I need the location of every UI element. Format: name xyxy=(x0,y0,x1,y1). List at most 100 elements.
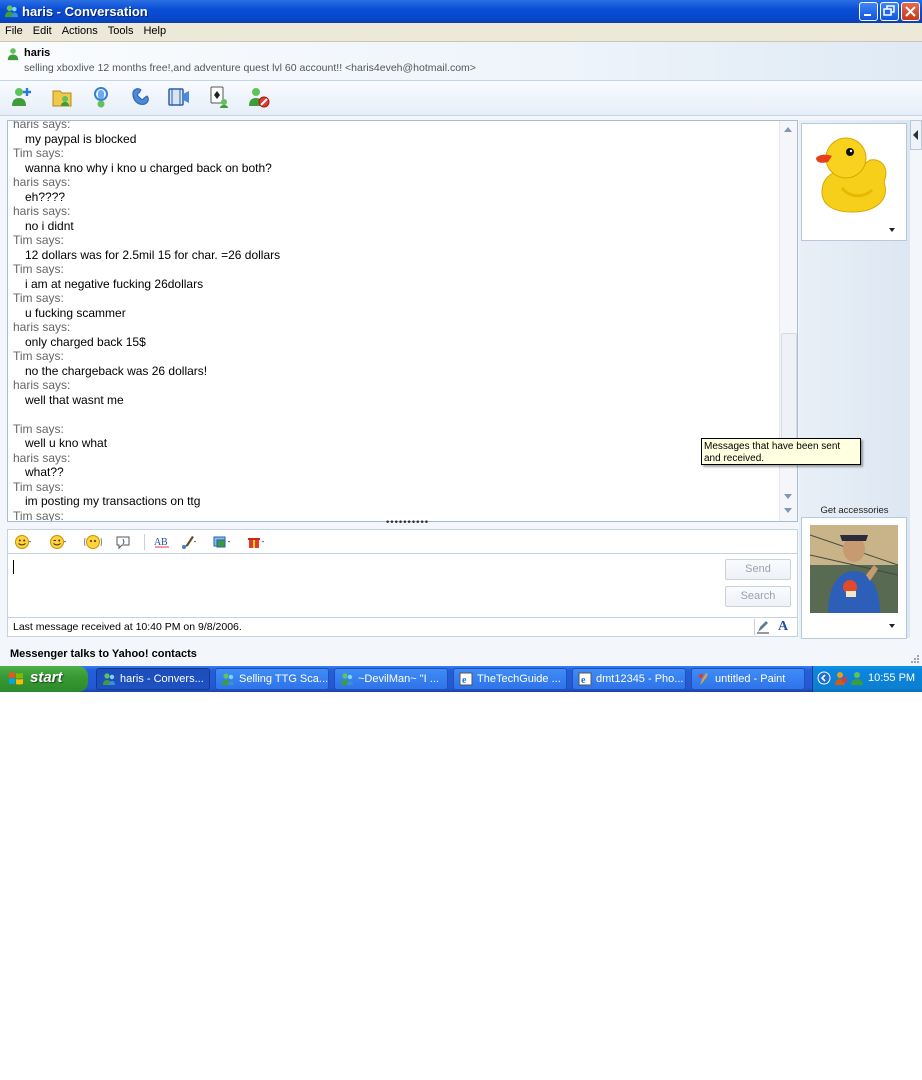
message-input[interactable]: Send Search xyxy=(7,553,798,618)
message-sender: haris says: xyxy=(13,450,71,465)
svg-text:e: e xyxy=(581,675,586,686)
send-files-icon[interactable] xyxy=(50,85,74,109)
close-icon xyxy=(905,6,916,17)
chevron-down-icon[interactable] xyxy=(889,228,895,232)
scroll-thumb[interactable] xyxy=(781,333,797,445)
scroll-up-icon[interactable] xyxy=(784,127,792,132)
taskbar-button[interactable]: e TheTechGuide ... xyxy=(453,668,567,690)
messenger-blocked-tray-icon[interactable] xyxy=(834,671,848,686)
message-text xyxy=(13,407,773,422)
message-text: what?? xyxy=(25,465,64,479)
messenger-tray-icon[interactable] xyxy=(850,671,864,686)
taskbar-button-label: TheTechGuide ... xyxy=(477,673,561,685)
contact-picture-frame[interactable] xyxy=(801,123,907,241)
message-sender: Tim says: xyxy=(13,421,64,436)
contact-status-message: selling xboxlive 12 months free!,and adv… xyxy=(24,62,476,74)
pane-splitter[interactable]: •••••••••• xyxy=(385,519,429,528)
search-button[interactable]: Search xyxy=(725,586,791,607)
taskbar-button[interactable]: Selling TTG Sca... xyxy=(215,668,329,690)
message-text: eh???? xyxy=(25,189,66,204)
font-style-icon[interactable] xyxy=(180,534,198,550)
message-text: im posting my transactions on ttg xyxy=(25,494,201,508)
system-tray: 10:55 PM xyxy=(812,666,922,692)
message-sender: haris says: xyxy=(13,120,71,131)
svg-text:e: e xyxy=(462,675,467,686)
video-icon[interactable] xyxy=(167,85,191,109)
taskbar-button-label: dmt12345 - Pho... xyxy=(596,673,684,685)
title-bar[interactable]: haris - Conversation xyxy=(0,0,922,23)
wink-icon[interactable] xyxy=(49,534,67,550)
message-text: only charged back 15$ xyxy=(25,334,146,349)
taskbar-button[interactable]: untitled - Paint xyxy=(691,668,805,690)
gift-icon[interactable] xyxy=(247,534,265,550)
window-title: haris - Conversation xyxy=(22,4,148,19)
call-icon[interactable] xyxy=(129,85,153,109)
collapse-pane-button[interactable] xyxy=(910,120,922,150)
handwriting-tab[interactable] xyxy=(754,619,771,635)
clock: 10:55 PM xyxy=(868,672,916,684)
messenger-icon xyxy=(222,673,234,685)
message-sender: haris says: xyxy=(13,175,71,189)
contact-header: haris selling xboxlive 12 months free!,a… xyxy=(0,42,922,81)
emoticon-icon[interactable] xyxy=(14,534,32,550)
invite-contact-icon[interactable] xyxy=(10,85,34,109)
send-button[interactable]: Send xyxy=(725,559,791,580)
get-accessories-link[interactable]: Get accessories xyxy=(799,505,910,516)
windows-logo-icon xyxy=(9,672,23,685)
menu-tools[interactable]: Tools xyxy=(103,23,139,37)
message-text: wanna kno why i kno u charged back on bo… xyxy=(25,160,272,175)
contact-name[interactable]: haris xyxy=(24,47,50,59)
restore-icon xyxy=(883,5,895,16)
resize-grip-icon[interactable] xyxy=(908,652,920,664)
restore-button[interactable] xyxy=(880,2,899,21)
block-contact-icon[interactable] xyxy=(247,85,271,109)
start-label: start xyxy=(30,669,63,686)
menu-bar: File Edit Actions Tools Help xyxy=(0,23,922,42)
voice-icon[interactable] xyxy=(89,85,113,109)
taskbar-button-label: ~DevilMan~ "I ... xyxy=(358,673,439,685)
message-sender: haris says: xyxy=(13,378,71,392)
menu-actions[interactable]: Actions xyxy=(57,23,103,37)
close-button[interactable] xyxy=(901,2,920,21)
activities-icon[interactable] xyxy=(208,85,232,109)
footer-bar: Messenger talks to Yahoo! contacts xyxy=(0,640,922,665)
taskbar-button[interactable]: ~DevilMan~ "I ... xyxy=(334,668,448,690)
scroll-end-icon[interactable] xyxy=(784,508,792,513)
background-icon[interactable] xyxy=(213,534,231,550)
menu-file[interactable]: File xyxy=(0,23,28,37)
taskbar: start haris - Convers... Selling TTG Sca.… xyxy=(0,666,922,692)
menu-edit[interactable]: Edit xyxy=(28,23,57,37)
browser-page-icon: e xyxy=(459,672,473,686)
conversation-history[interactable]: haris says: my paypal is blocked Tim says:… xyxy=(7,120,798,522)
start-button[interactable]: start xyxy=(0,666,88,692)
voice-clip-icon[interactable] xyxy=(115,534,133,550)
pen-icon xyxy=(757,621,769,634)
minimize-button[interactable] xyxy=(859,2,878,21)
minimize-icon xyxy=(864,14,871,16)
scroll-down-icon[interactable] xyxy=(784,494,792,499)
status-line: Last message received at 10:40 PM on 9/8… xyxy=(7,617,798,637)
contact-display-picture xyxy=(808,130,900,222)
taskbar-button[interactable]: haris - Convers... xyxy=(96,668,210,690)
screen: haris - Conversation File Edit Actions Tool… xyxy=(0,0,922,692)
chevron-down-icon[interactable] xyxy=(889,624,895,628)
spell-check-icon[interactable]: AB xyxy=(153,534,171,550)
menu-help[interactable]: Help xyxy=(138,23,171,37)
browser-page-icon: e xyxy=(578,672,592,686)
format-divider xyxy=(144,534,145,550)
message-text: well that wasnt me xyxy=(25,392,124,407)
message-sender: Tim says: xyxy=(13,233,64,247)
show-hidden-icons-icon[interactable] xyxy=(817,671,831,685)
nudge-icon[interactable] xyxy=(84,534,102,550)
paint-icon xyxy=(699,673,708,685)
footer-ad-link[interactable]: Messenger talks to Yahoo! contacts xyxy=(10,648,197,660)
messenger-icon xyxy=(341,673,353,685)
taskbar-button[interactable]: e dmt12345 - Pho... xyxy=(572,668,686,690)
text-tab-icon[interactable]: A xyxy=(778,619,788,635)
message-sender: haris says: xyxy=(13,320,71,334)
message-sender: Tim says: xyxy=(13,146,64,160)
formatting-bar: AB xyxy=(7,529,798,554)
my-picture-frame[interactable] xyxy=(801,517,907,639)
my-display-picture xyxy=(810,525,898,613)
message-text: 12 dollars was for 2.5mil 15 for char. =… xyxy=(25,247,281,262)
